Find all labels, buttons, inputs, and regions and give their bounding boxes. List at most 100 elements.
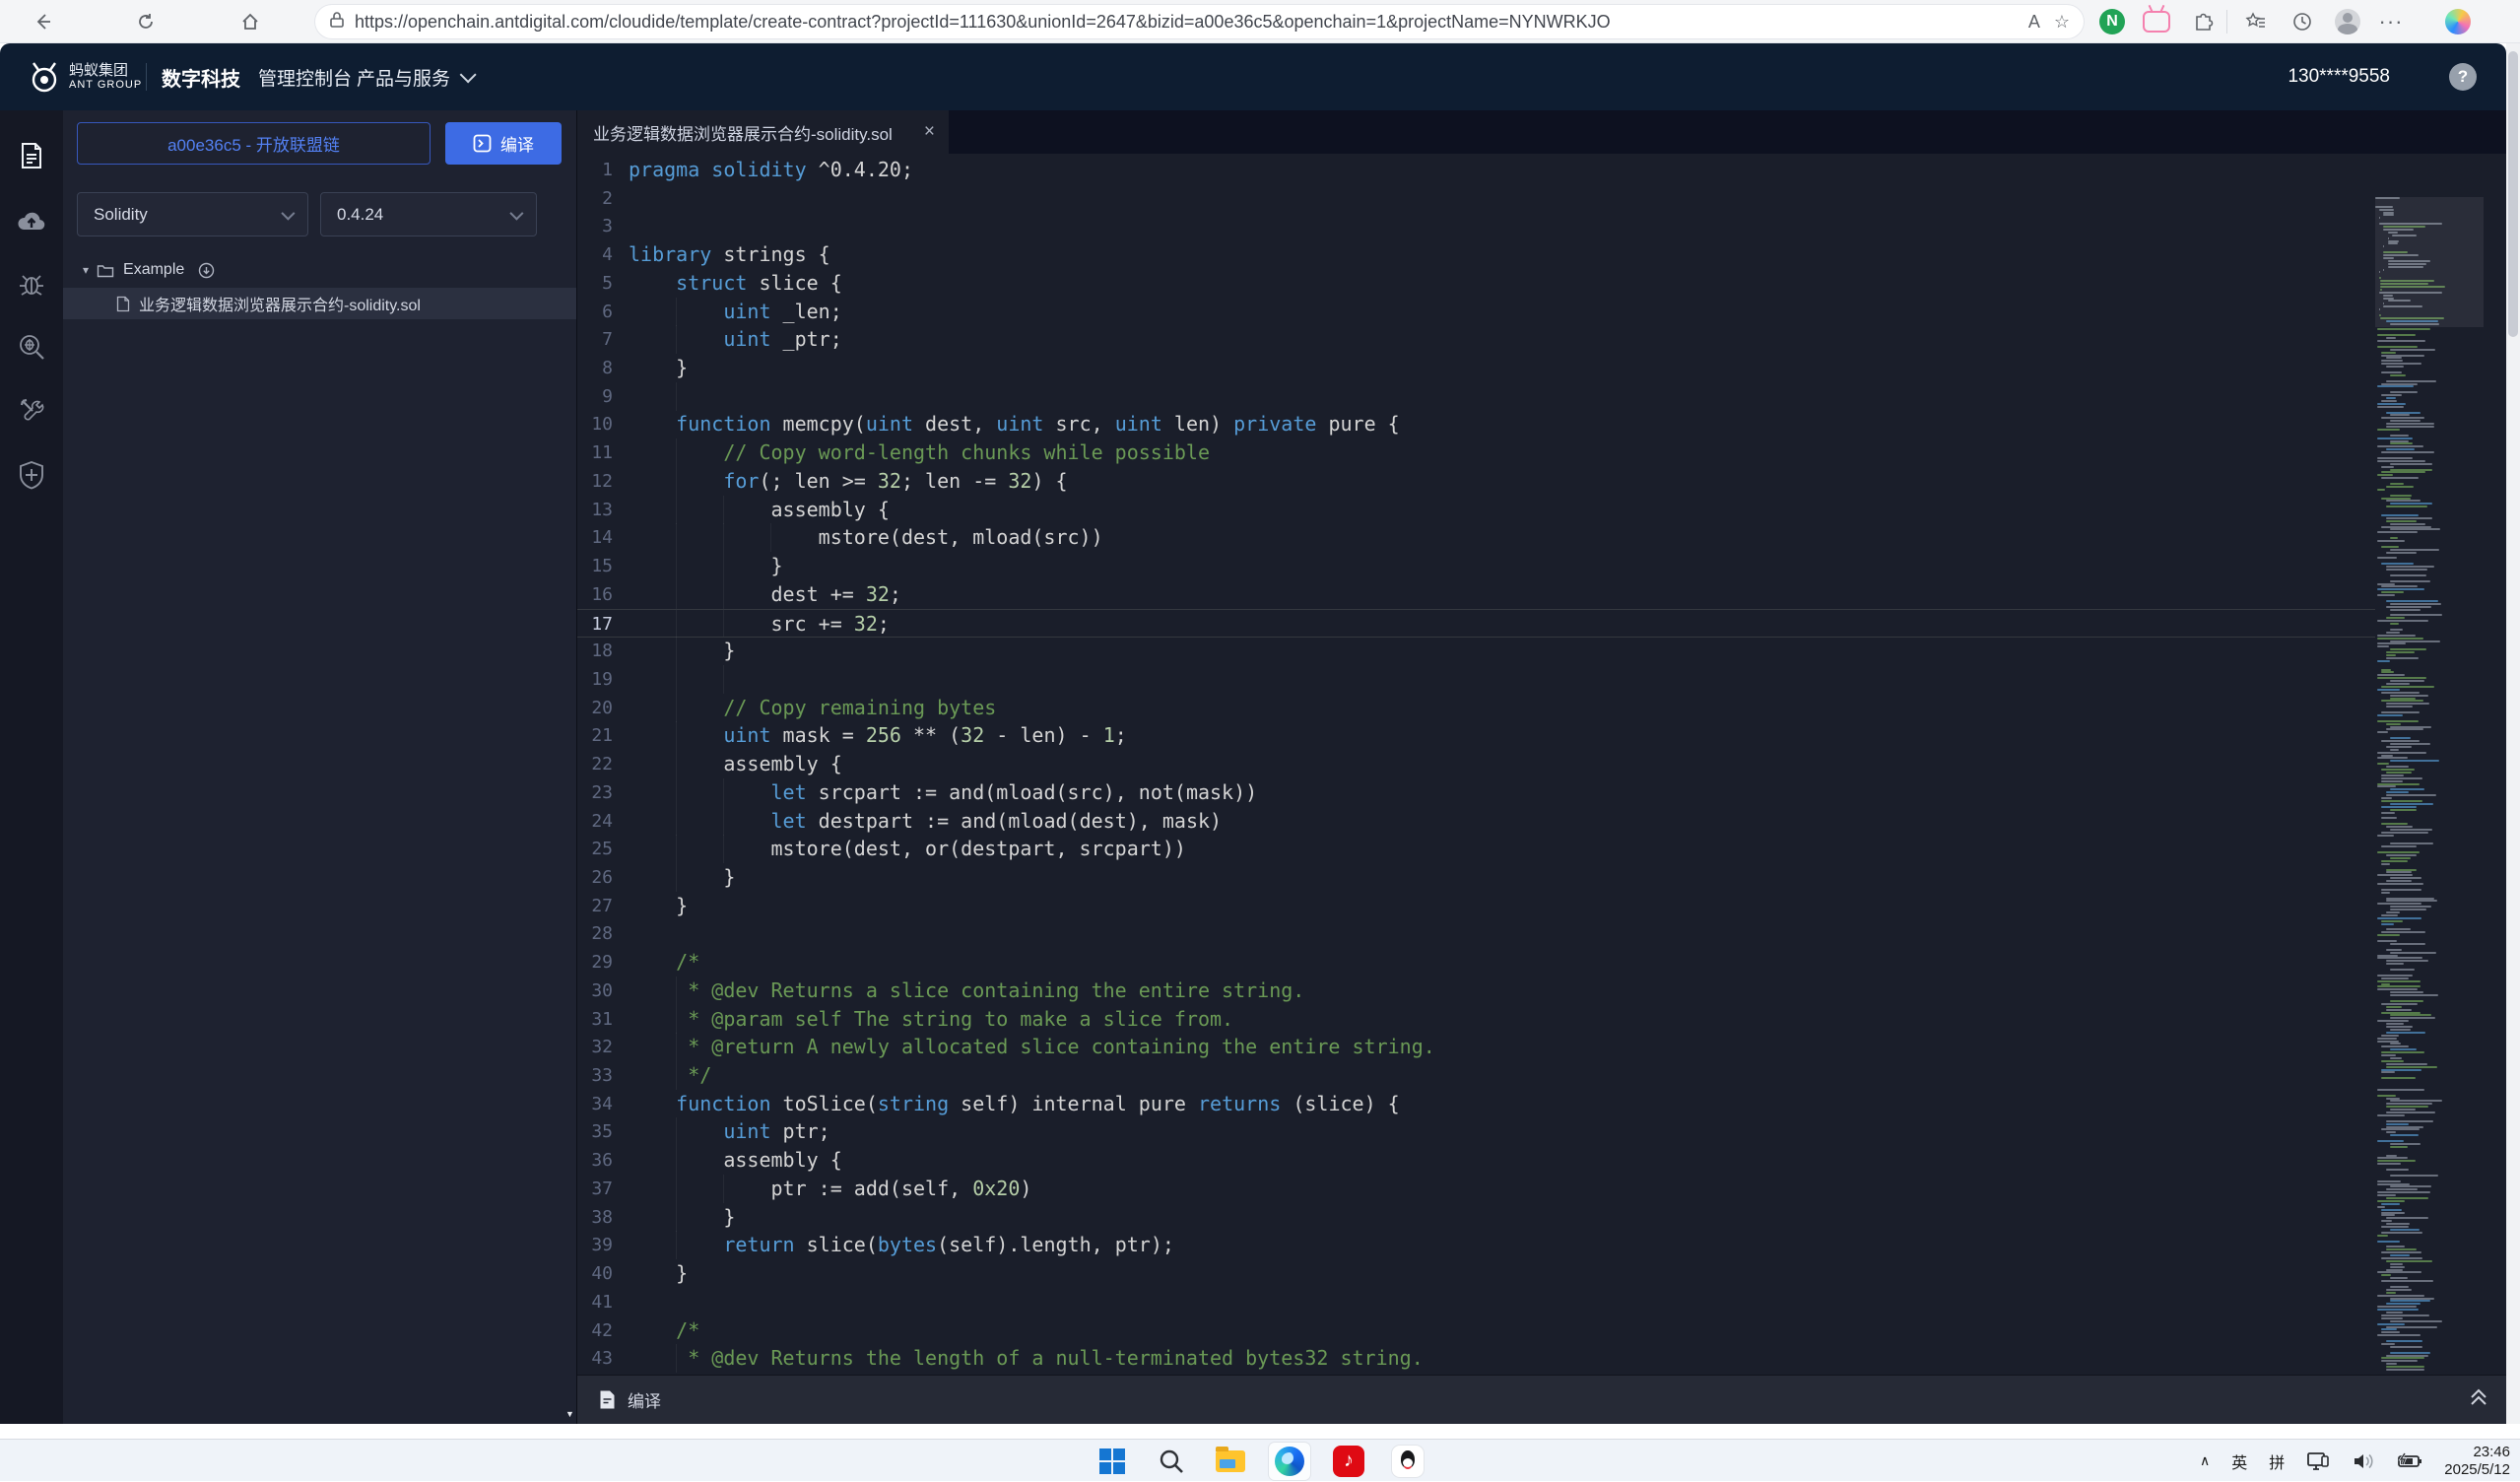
- code-line[interactable]: 38 }: [577, 1203, 2375, 1232]
- tools-icon[interactable]: [14, 392, 49, 428]
- code-line[interactable]: 1pragma solidity ^0.4.20;: [577, 156, 2375, 184]
- tab-active-file[interactable]: 业务逻辑数据浏览器展示合约-solidity.sol ×: [577, 110, 949, 154]
- security-shield-icon[interactable]: [14, 457, 49, 493]
- back-icon[interactable]: [26, 4, 61, 39]
- code-line[interactable]: 9: [577, 382, 2375, 411]
- refresh-icon[interactable]: [128, 4, 164, 39]
- code-line[interactable]: 2: [577, 184, 2375, 213]
- version-select[interactable]: 0.4.24: [320, 192, 537, 236]
- code-line[interactable]: 23 let srcpart := and(mload(src), not(ma…: [577, 778, 2375, 807]
- edge-browser-icon[interactable]: [1269, 1443, 1310, 1480]
- code-line[interactable]: 27 }: [577, 892, 2375, 920]
- tree-folder-example[interactable]: ▾ Example: [63, 254, 576, 286]
- code-line[interactable]: 43 * @dev Returns the length of a null-t…: [577, 1344, 2375, 1373]
- address-bar[interactable]: https://openchain.antdigital.com/cloudid…: [315, 5, 2084, 38]
- code-line[interactable]: 20 // Copy remaining bytes: [577, 694, 2375, 722]
- code-line[interactable]: 11 // Copy word-length chunks while poss…: [577, 438, 2375, 467]
- code-line[interactable]: 18 }: [577, 637, 2375, 665]
- tree-file-solidity[interactable]: 业务逻辑数据浏览器展示合约-solidity.sol: [63, 288, 576, 319]
- home-icon[interactable]: [232, 4, 268, 39]
- code-line[interactable]: 24 let destpart := and(mload(dest), mask…: [577, 807, 2375, 836]
- code-line[interactable]: 12 for(; len >= 32; len -= 32) {: [577, 467, 2375, 496]
- ime-pinyin-indicator[interactable]: 拼: [2269, 1449, 2285, 1473]
- history-icon[interactable]: [2286, 6, 2319, 37]
- code-line[interactable]: 31 * @param self The string to make a sl…: [577, 1005, 2375, 1034]
- cloud-upload-icon[interactable]: [14, 203, 49, 238]
- tree-expand-caret[interactable]: ▾: [83, 263, 89, 277]
- profile-avatar-icon[interactable]: [2331, 6, 2364, 37]
- code-line[interactable]: 36 assembly {: [577, 1146, 2375, 1175]
- start-button-icon[interactable]: [1092, 1443, 1133, 1480]
- code-line[interactable]: 40 }: [577, 1259, 2375, 1288]
- code-line[interactable]: 26 }: [577, 863, 2375, 892]
- code-line[interactable]: 3: [577, 212, 2375, 240]
- code-line[interactable]: 14 mstore(dest, mload(src)): [577, 523, 2375, 552]
- code-line[interactable]: 32 * @return A newly allocated slice con…: [577, 1033, 2375, 1061]
- extensions-puzzle-icon[interactable]: [2187, 6, 2221, 37]
- code-line[interactable]: 6 uint _len;: [577, 298, 2375, 326]
- minimap[interactable]: [2375, 197, 2484, 1375]
- code-line[interactable]: 42 /*: [577, 1316, 2375, 1345]
- compile-button[interactable]: 编译: [445, 122, 562, 165]
- code-line[interactable]: 10 function memcpy(uint dest, uint src, …: [577, 410, 2375, 438]
- code-line[interactable]: 22 assembly {: [577, 750, 2375, 778]
- network-monitor-icon[interactable]: [2306, 1450, 2330, 1472]
- code-line[interactable]: 33 */: [577, 1061, 2375, 1090]
- code-editor[interactable]: 1pragma solidity ^0.4.20;234library stri…: [577, 154, 2507, 1375]
- code-line[interactable]: 16 dest += 32;: [577, 580, 2375, 609]
- tab-close-icon[interactable]: ×: [924, 121, 935, 143]
- panel-scroll-down-arrow[interactable]: ▼: [565, 1409, 574, 1419]
- code-line[interactable]: 4library strings {: [577, 240, 2375, 269]
- code-line[interactable]: 5 struct slice {: [577, 269, 2375, 298]
- help-button[interactable]: ?: [2449, 63, 2477, 91]
- code-line[interactable]: 39 return slice(bytes(self).length, ptr)…: [577, 1231, 2375, 1259]
- language-select[interactable]: Solidity: [77, 192, 308, 236]
- code-line[interactable]: 17 src += 32;: [577, 609, 2375, 638]
- ime-english-indicator[interactable]: 英: [2231, 1449, 2247, 1473]
- expand-panel-chevrons-icon[interactable]: [2466, 1383, 2491, 1412]
- code-line[interactable]: 35 uint ptr;: [577, 1117, 2375, 1146]
- favorite-star-icon[interactable]: ☆: [2054, 12, 2070, 33]
- chain-select-button[interactable]: a00e36c5 - 开放联盟链: [77, 122, 431, 165]
- bilibili-icon[interactable]: [2140, 6, 2173, 37]
- debug-bug-icon[interactable]: [14, 266, 49, 302]
- read-aloud-icon[interactable]: A: [2028, 12, 2040, 33]
- qq-icon[interactable]: [1387, 1443, 1428, 1480]
- minimap-row: [2377, 1038, 2397, 1040]
- battery-charging-icon[interactable]: [2397, 1450, 2422, 1472]
- search-icon[interactable]: [1151, 1443, 1192, 1480]
- collections-icon[interactable]: [2238, 6, 2272, 37]
- code-line[interactable]: 29 /*: [577, 948, 2375, 977]
- tray-chevron-icon[interactable]: ∧: [2200, 1452, 2210, 1469]
- download-template-icon[interactable]: [198, 262, 215, 279]
- menu-console[interactable]: 管理控制台: [258, 43, 352, 110]
- copilot-icon[interactable]: [2441, 6, 2475, 37]
- code-line[interactable]: 30 * @dev Returns a slice containing the…: [577, 977, 2375, 1005]
- code-line[interactable]: 28: [577, 919, 2375, 948]
- code-line[interactable]: 15 }: [577, 552, 2375, 580]
- scan-search-icon[interactable]: [14, 329, 49, 365]
- menu-digital-tech[interactable]: 数字科技: [162, 43, 240, 110]
- menu-products[interactable]: 产品与服务: [357, 43, 472, 110]
- netease-music-icon[interactable]: ♪: [1328, 1443, 1369, 1480]
- volume-icon[interactable]: [2352, 1450, 2375, 1472]
- code-line[interactable]: 25 mstore(dest, or(destpart, srcpart)): [577, 835, 2375, 863]
- code-line[interactable]: 7 uint _ptr;: [577, 325, 2375, 354]
- scrollbar-thumb[interactable]: [2508, 51, 2518, 337]
- code-line[interactable]: 19: [577, 665, 2375, 694]
- extension-n-icon[interactable]: N: [2095, 6, 2129, 37]
- code-line[interactable]: 8 }: [577, 354, 2375, 382]
- clock[interactable]: 23:46 2025/5/12: [2444, 1444, 2510, 1479]
- folder-icon: [97, 263, 114, 278]
- url-text[interactable]: https://openchain.antdigital.com/cloudid…: [355, 12, 2015, 33]
- more-menu-icon[interactable]: ···: [2374, 6, 2408, 37]
- code-line[interactable]: 34 function toSlice(string self) interna…: [577, 1090, 2375, 1118]
- code-line[interactable]: 21 uint mask = 256 ** (32 - len) - 1;: [577, 721, 2375, 750]
- code-line[interactable]: 41: [577, 1288, 2375, 1316]
- code-line[interactable]: 13 assembly {: [577, 496, 2375, 524]
- minimap-slider[interactable]: [2375, 197, 2484, 327]
- file-explorer-icon[interactable]: [1210, 1443, 1251, 1480]
- file-explorer-icon[interactable]: [14, 138, 49, 173]
- browser-page-scrollbar[interactable]: [2506, 43, 2520, 1439]
- code-line[interactable]: 37 ptr := add(self, 0x20): [577, 1175, 2375, 1203]
